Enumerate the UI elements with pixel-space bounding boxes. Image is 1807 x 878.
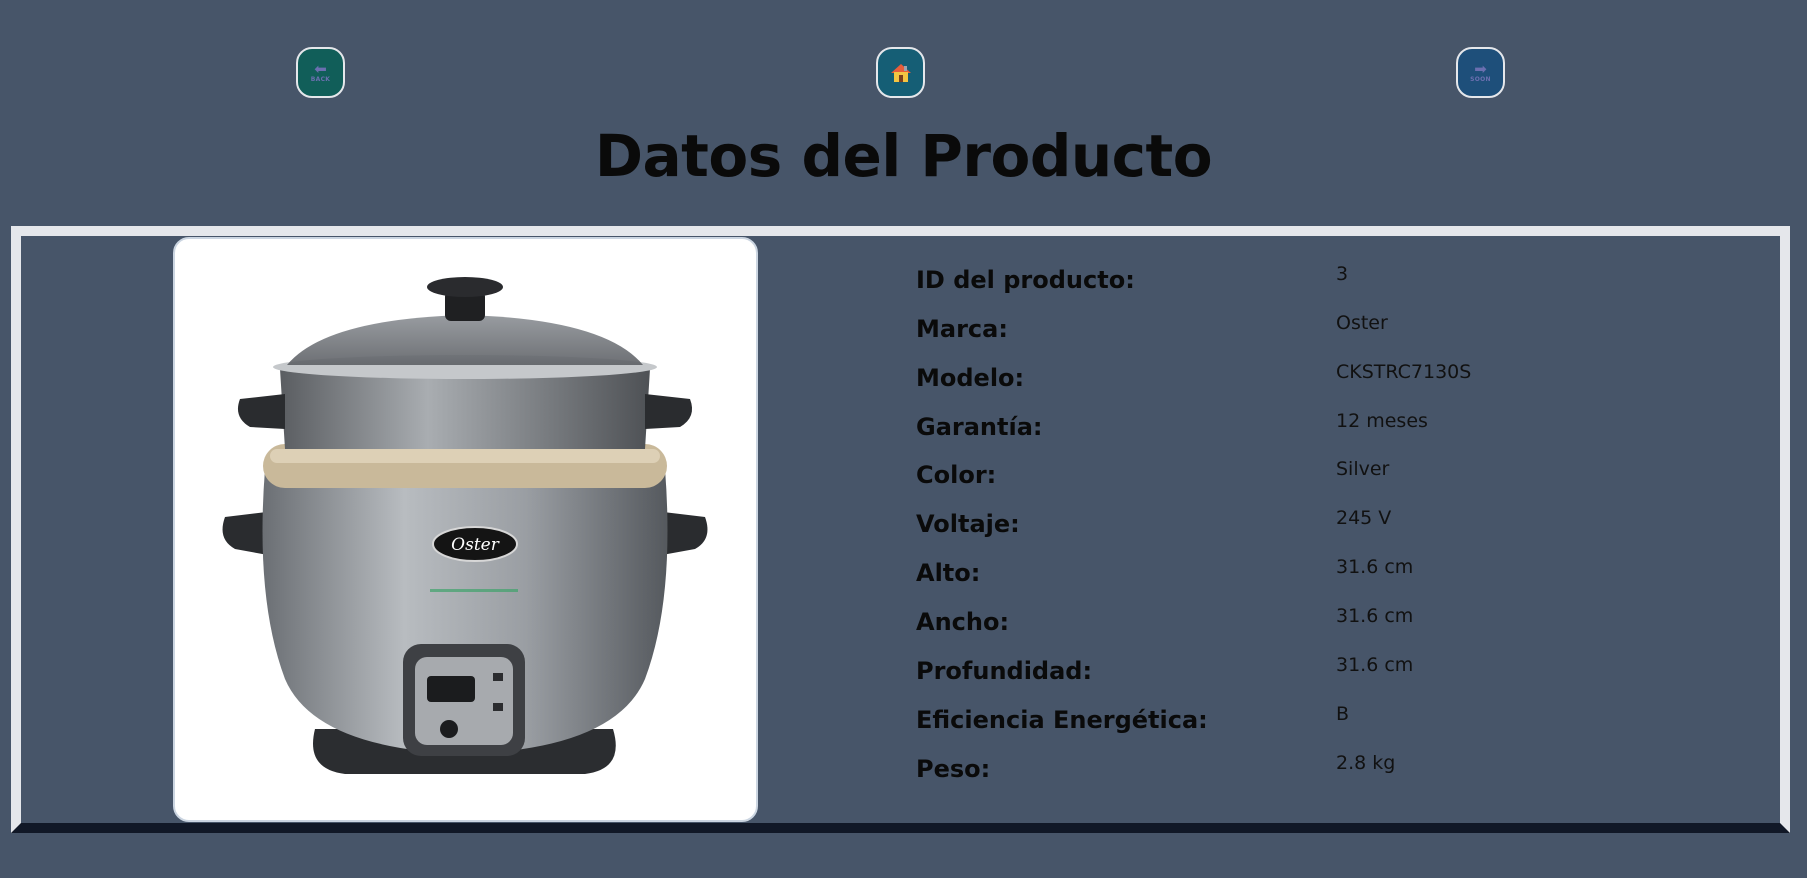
- page-title: Datos del Producto: [594, 122, 1213, 190]
- spec-row-warranty: Garantía: 12 meses: [916, 410, 1716, 453]
- back-caption: BACK: [310, 76, 331, 83]
- spec-row-model: Modelo: CKSTRC7130S: [916, 361, 1716, 404]
- product-image: Oster: [173, 237, 758, 822]
- spec-label: Garantía:: [916, 413, 1043, 441]
- spec-label: Peso:: [916, 755, 991, 783]
- spec-label: Voltaje:: [916, 510, 1020, 538]
- spec-row-height: Alto: 31.6 cm: [916, 556, 1716, 599]
- next-caption: SOON: [1470, 76, 1491, 83]
- spec-value: 12 meses: [1336, 410, 1428, 432]
- spec-label: ID del producto:: [916, 266, 1135, 294]
- spec-row-id: ID del producto: 3: [916, 263, 1716, 306]
- spec-value: 31.6 cm: [1336, 605, 1414, 627]
- spec-value: 31.6 cm: [1336, 654, 1414, 676]
- home-button[interactable]: [876, 47, 925, 98]
- spec-value: 3: [1336, 263, 1349, 285]
- spec-label: Profundidad:: [916, 657, 1093, 685]
- spec-label: Marca:: [916, 315, 1008, 343]
- left-arrow-icon: ⬅: [314, 60, 327, 78]
- rice-cooker-illustration: Oster: [222, 277, 708, 774]
- spec-value: 2.8 kg: [1336, 752, 1396, 774]
- spec-value: Oster: [1336, 312, 1388, 334]
- spec-value: B: [1336, 703, 1350, 725]
- spec-row-brand: Marca: Oster: [916, 312, 1716, 355]
- spec-label: Modelo:: [916, 364, 1025, 392]
- back-button[interactable]: ⬅ BACK: [296, 47, 345, 98]
- right-arrow-icon: ➡: [1474, 60, 1487, 78]
- spec-row-weight: Peso: 2.8 kg: [916, 752, 1716, 795]
- spec-value: CKSTRC7130S: [1336, 361, 1472, 383]
- next-button[interactable]: ➡ SOON: [1456, 47, 1505, 98]
- spec-row-width: Ancho: 31.6 cm: [916, 605, 1716, 648]
- spec-value: 245 V: [1336, 507, 1392, 529]
- spec-value: 31.6 cm: [1336, 556, 1414, 578]
- spec-label: Eficiencia Energética:: [916, 706, 1208, 734]
- spec-value: Silver: [1336, 458, 1390, 480]
- spec-row-voltage: Voltaje: 245 V: [916, 507, 1716, 550]
- spec-row-energy: Eficiencia Energética: B: [916, 703, 1716, 746]
- spec-row-depth: Profundidad: 31.6 cm: [916, 654, 1716, 697]
- spec-label: Alto:: [916, 559, 981, 587]
- spec-label: Color:: [916, 461, 997, 489]
- spec-row-color: Color: Silver: [916, 458, 1716, 501]
- oster-logo: Oster: [451, 535, 500, 555]
- spec-label: Ancho:: [916, 608, 1010, 636]
- house-icon: [890, 63, 911, 82]
